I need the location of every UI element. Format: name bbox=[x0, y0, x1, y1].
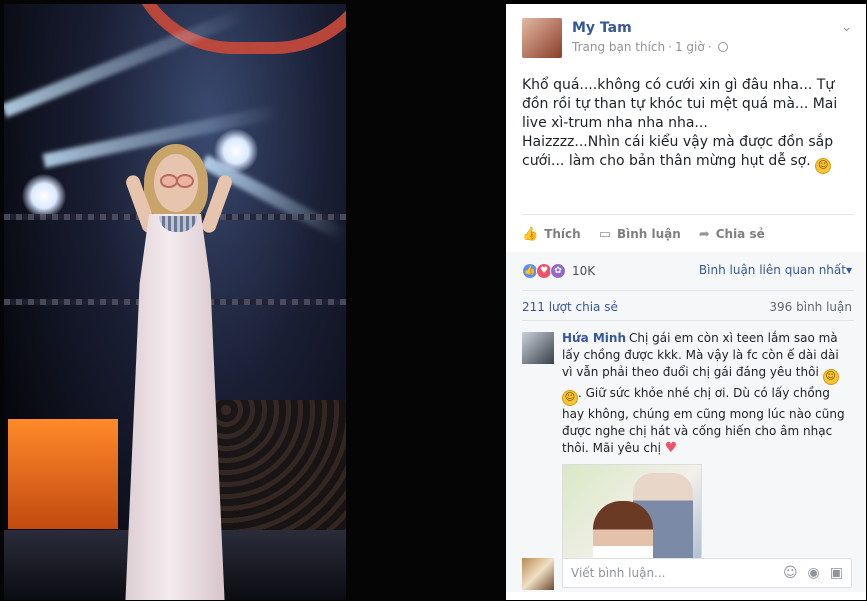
meta-label: Trang bạn thích bbox=[572, 40, 666, 54]
action-bar: 👍 Thích ▭ Bình luận ➦ Chia sẻ bbox=[522, 222, 852, 246]
laughing-emoji-icon: ☺ bbox=[822, 369, 839, 385]
shares-link[interactable]: 211 lượt chia sẻ bbox=[522, 300, 618, 314]
like-button[interactable]: 👍 Thích bbox=[522, 227, 581, 242]
stats-row: 211 lượt chia sẻ 396 bình luận bbox=[522, 300, 852, 314]
spotlight bbox=[22, 174, 66, 218]
globe-icon[interactable] bbox=[717, 42, 728, 52]
thumbs-up-icon: 👍 bbox=[522, 226, 539, 242]
speech-bubble-icon: ▭ bbox=[598, 226, 611, 242]
feedback-area: 👍 ♥ ✿ 10K Bình luận liên quan nhất▾ 211 … bbox=[506, 252, 866, 592]
author-name[interactable]: My Tam bbox=[572, 20, 632, 36]
camera-icon[interactable]: ◉ bbox=[808, 565, 820, 581]
post-timestamp[interactable]: 1 giờ bbox=[675, 40, 705, 54]
post-panel: My Tam Trang bạn thích · 1 giờ · ⌄ Khổ q… bbox=[506, 4, 866, 600]
divider bbox=[522, 290, 854, 291]
heart-icon: ♥ bbox=[664, 440, 678, 456]
comment-button[interactable]: ▭ Bình luận bbox=[599, 227, 681, 242]
comment-composer: Viết bình luận... ☺ ◉ ▣ bbox=[522, 556, 852, 590]
comment-sort-dropdown[interactable]: Bình luận liên quan nhất▾ bbox=[699, 263, 852, 277]
comment-input[interactable]: Viết bình luận... ☺ ◉ ▣ bbox=[562, 558, 852, 588]
comment-placeholder: Viết bình luận... bbox=[571, 566, 666, 580]
comment-label: Bình luận bbox=[616, 227, 681, 241]
stage-panel bbox=[8, 419, 118, 529]
divider bbox=[522, 214, 854, 215]
composer-icons: ☺ ◉ ▣ bbox=[783, 565, 843, 581]
share-arrow-icon: ➦ bbox=[698, 226, 710, 242]
reaction-count[interactable]: 10K bbox=[572, 264, 595, 278]
laughing-emoji-icon: ☺ bbox=[562, 390, 578, 406]
spotlight bbox=[214, 129, 258, 173]
chevron-down-icon[interactable]: ⌄ bbox=[841, 20, 852, 35]
divider bbox=[522, 320, 854, 321]
like-label: Thích bbox=[544, 227, 581, 241]
comments-count[interactable]: 396 bình luận bbox=[769, 300, 852, 314]
author-avatar[interactable] bbox=[522, 18, 562, 58]
sort-label: Bình luận liên quan nhất bbox=[698, 263, 846, 277]
share-label: Chia sẻ bbox=[715, 227, 765, 241]
photo-viewer bbox=[0, 0, 506, 601]
light-beam bbox=[4, 7, 248, 118]
commenter-name[interactable]: Hứa Minh bbox=[562, 331, 626, 345]
post-meta: Trang bạn thích · 1 giờ · bbox=[572, 40, 728, 54]
post-header: My Tam Trang bạn thích · 1 giờ · ⌄ bbox=[522, 18, 852, 66]
post-photo[interactable] bbox=[4, 4, 346, 600]
current-user-avatar[interactable] bbox=[522, 558, 554, 590]
reactions-summary[interactable]: 👍 ♥ ✿ 10K Bình luận liên quan nhất▾ bbox=[522, 262, 852, 280]
sticker-icon[interactable]: ▣ bbox=[830, 565, 843, 581]
caret-down-icon: ▾ bbox=[845, 263, 852, 277]
comment-text-2: . Giữ sức khỏe nhé chị ơi. Dù có lấy chồ… bbox=[562, 386, 845, 455]
meta-separator: · bbox=[668, 40, 672, 54]
commenter-avatar[interactable] bbox=[522, 332, 554, 364]
laughing-emoji-icon: ☺ bbox=[815, 158, 832, 174]
smiley-icon[interactable]: ☺ bbox=[783, 565, 798, 581]
post-body: Khổ quá....không có cưới xin gì đâu nha.… bbox=[522, 76, 852, 174]
comment-body: Hứa Minh Chị gái em còn xì teen lắm sao m… bbox=[562, 330, 852, 457]
wow-reaction-icon: ✿ bbox=[550, 263, 566, 279]
post-text-p2: Haizzzz...Nhìn cái kiểu vậy mà được đồn … bbox=[522, 134, 834, 169]
meta-separator: · bbox=[707, 40, 712, 54]
post-text-p1: Khổ quá....không có cưới xin gì đâu nha.… bbox=[522, 77, 838, 131]
share-button[interactable]: ➦ Chia sẻ bbox=[699, 227, 765, 242]
sunglasses bbox=[160, 174, 194, 188]
